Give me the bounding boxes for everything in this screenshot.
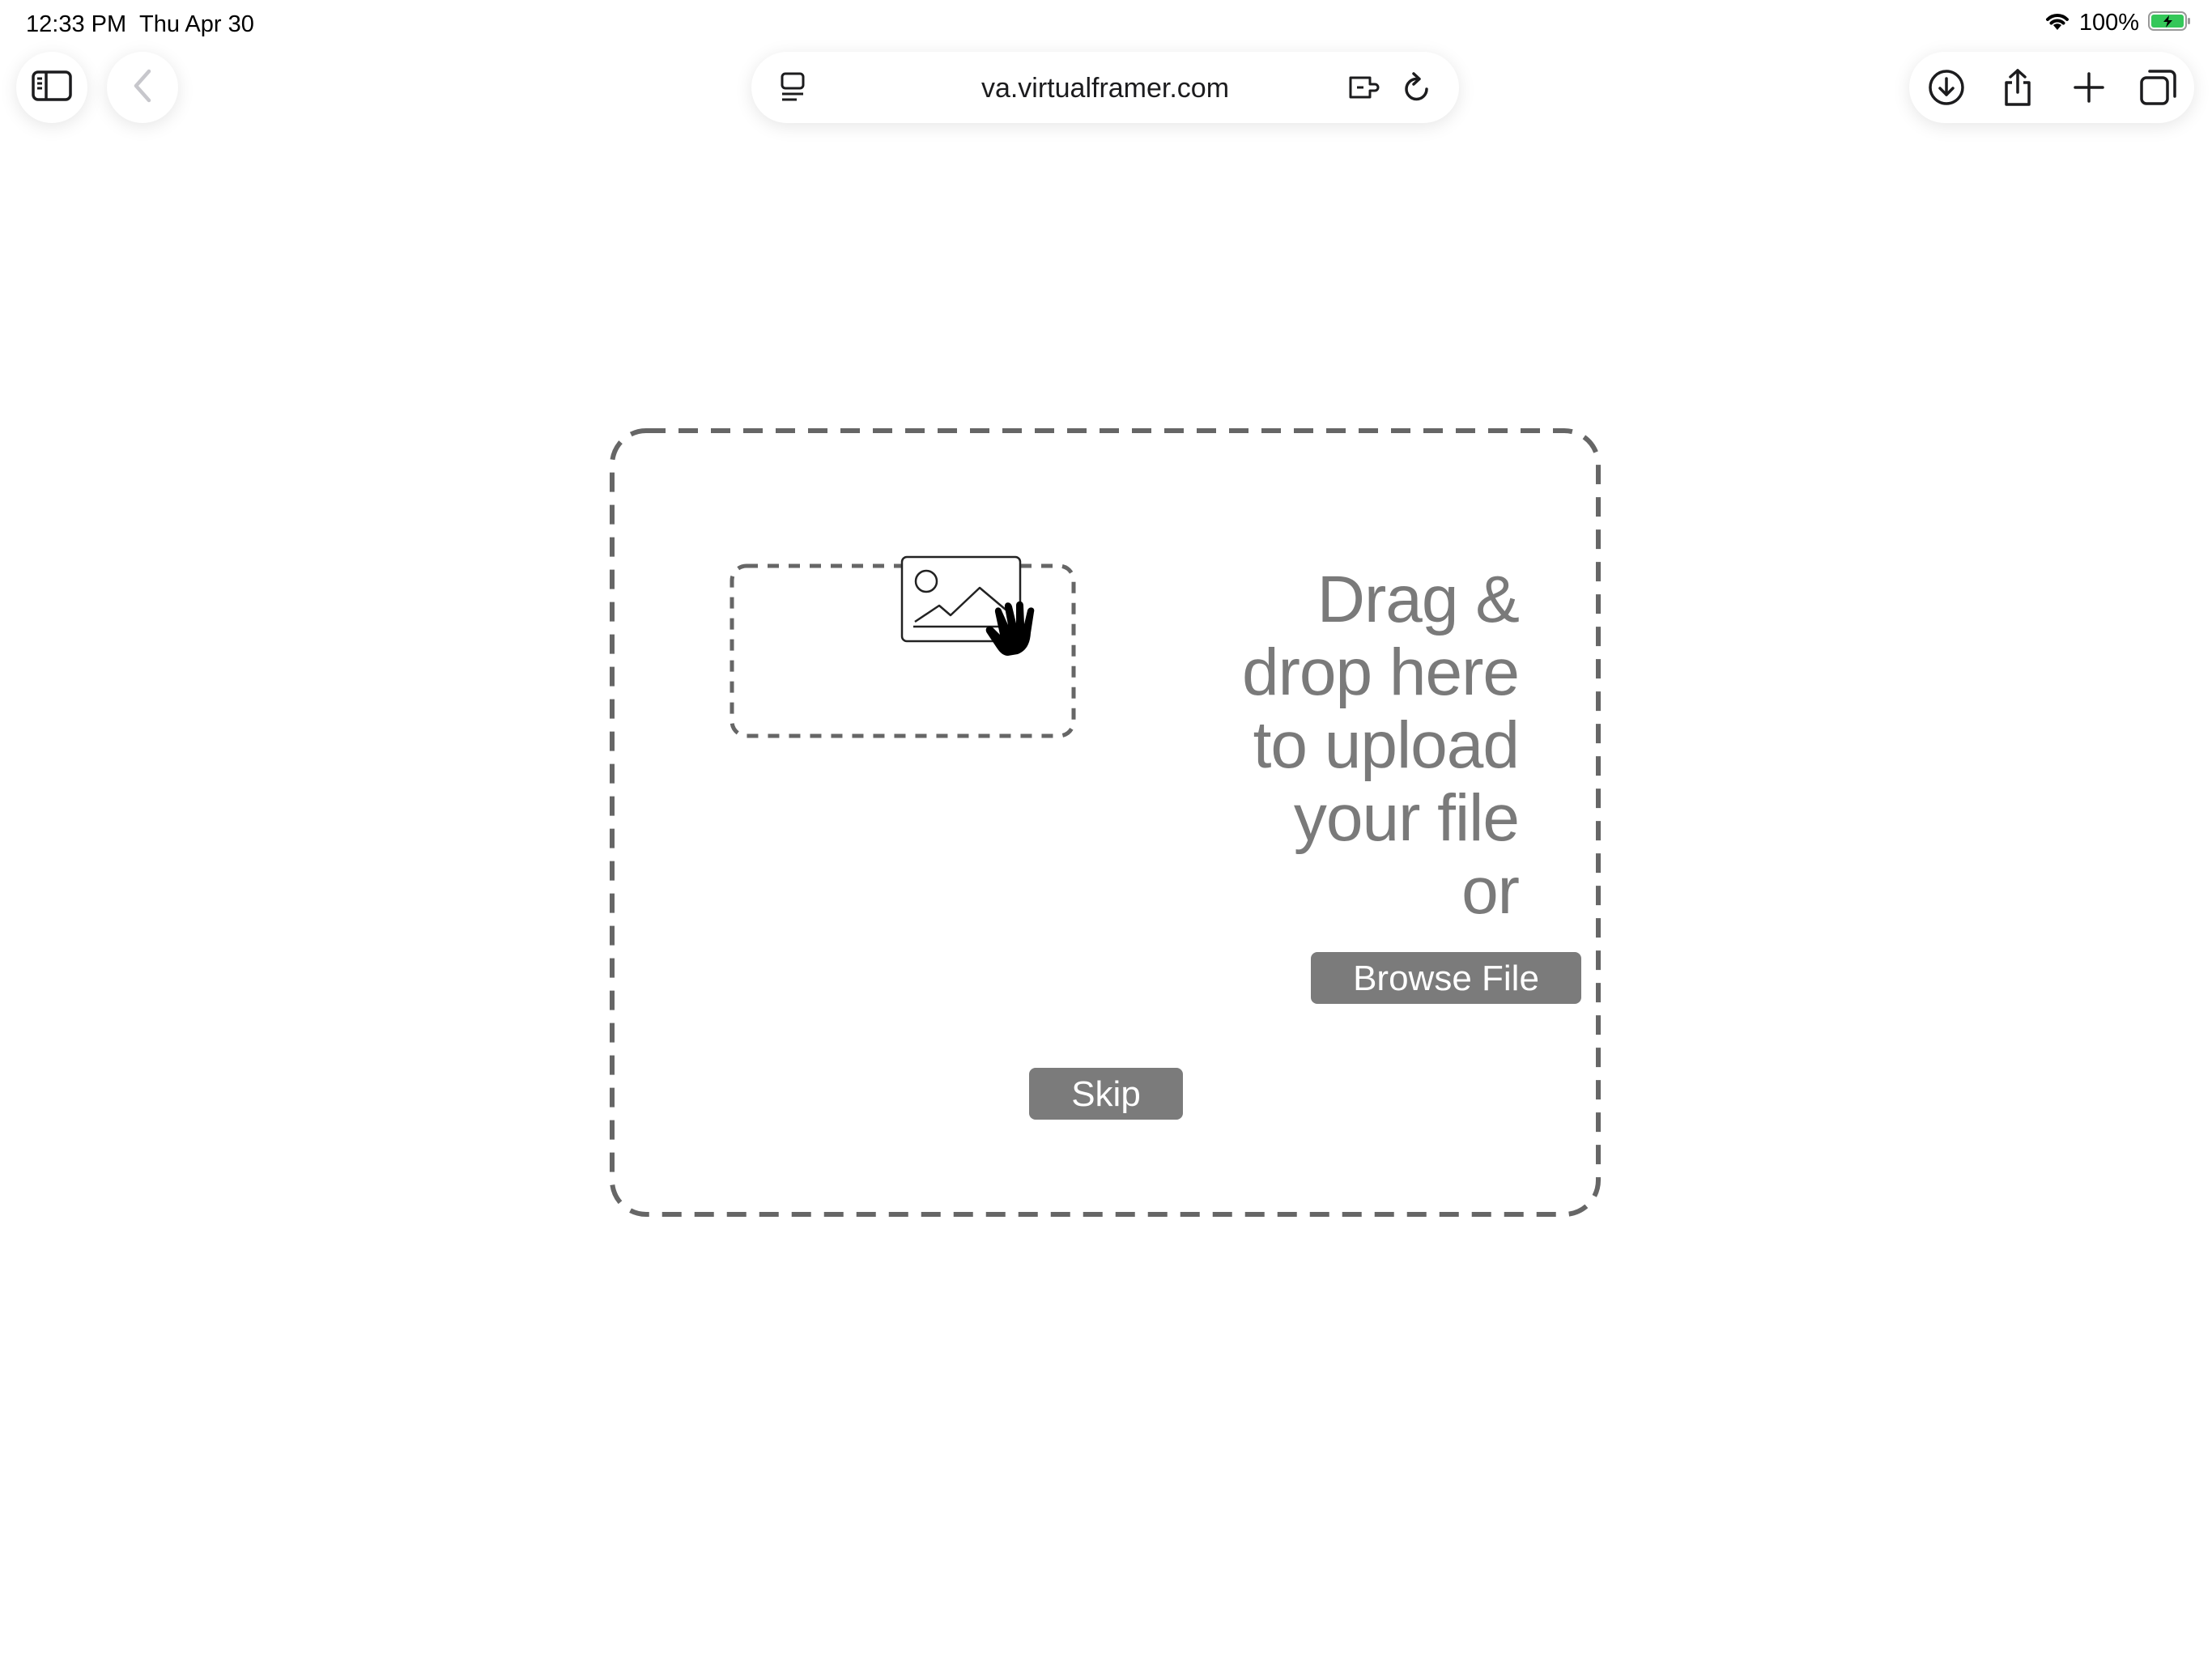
download-icon[interactable]: [1927, 68, 1966, 107]
reload-icon[interactable]: [1399, 70, 1435, 105]
instruction-line: Drag &: [1317, 563, 1520, 636]
extension-icon[interactable]: [1347, 70, 1383, 105]
skip-button[interactable]: Skip: [1029, 1068, 1183, 1120]
new-tab-icon[interactable]: [2069, 68, 2108, 107]
back-button[interactable]: [107, 52, 178, 123]
upload-instructions: Drag & drop here to upload your file or: [1214, 563, 1520, 928]
instruction-line: or: [1461, 854, 1520, 928]
back-chevron-icon: [131, 68, 154, 108]
browse-file-button[interactable]: Browse File: [1311, 952, 1581, 1004]
instruction-line: your file: [1293, 781, 1520, 855]
status-date: Thu Apr 30: [139, 11, 254, 37]
instruction-line: drop here: [1241, 636, 1520, 709]
hand-pointer-icon: [984, 597, 1040, 657]
page: 12:33 PM Thu Apr 30 100% va.virtualframe…: [0, 0, 2212, 1658]
share-icon[interactable]: [1998, 68, 2037, 107]
address-bar[interactable]: va.virtualframer.com: [751, 52, 1459, 123]
battery-charging-icon: [2147, 10, 2193, 36]
browser-actions: [1909, 52, 2194, 123]
status-time: 12:33 PM: [26, 11, 127, 37]
status-indicators: 100%: [2044, 10, 2193, 36]
wifi-icon: [2044, 11, 2071, 36]
battery-percent: 100%: [2078, 10, 2139, 36]
instruction-line: to upload: [1253, 708, 1520, 782]
tabs-icon[interactable]: [2139, 68, 2178, 107]
sidebar-icon: [31, 70, 73, 106]
sidebar-button[interactable]: [16, 52, 87, 123]
